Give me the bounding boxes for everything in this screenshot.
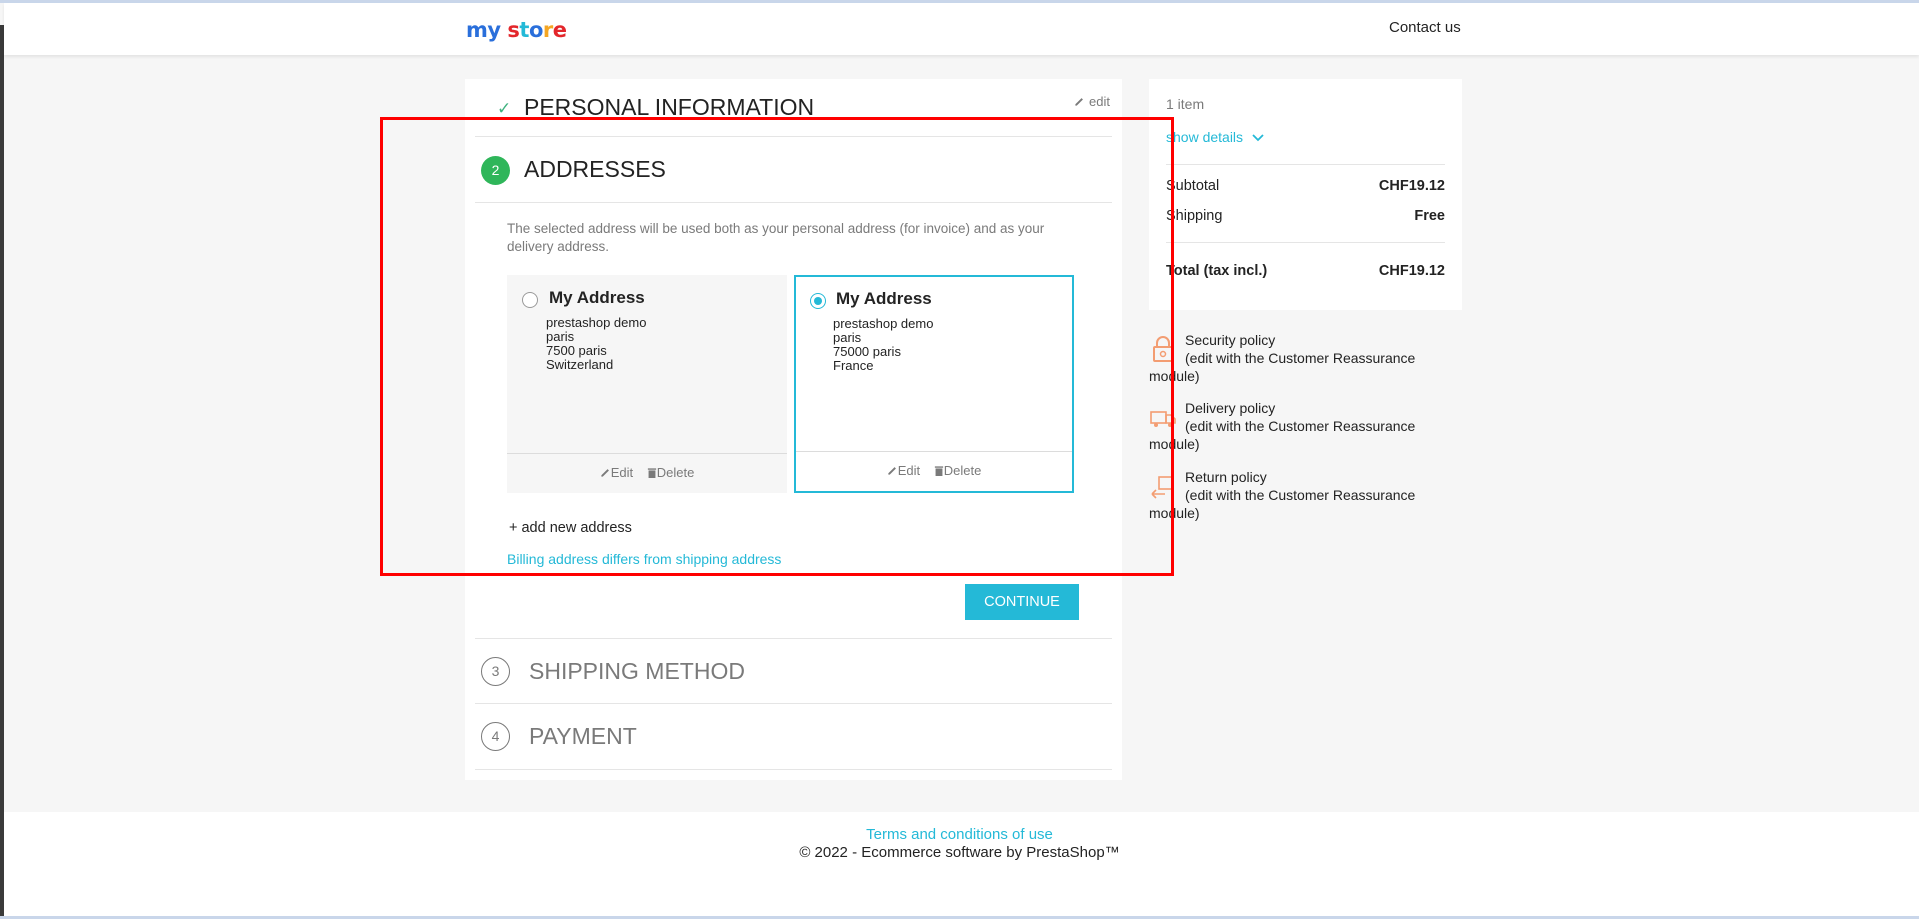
step-payment[interactable]: 4 PAYMENT	[475, 704, 1112, 770]
shipping-label: Shipping	[1166, 208, 1223, 224]
store-logo[interactable]: my store	[466, 18, 567, 42]
chevron-down-icon	[1252, 134, 1264, 142]
total-value: CHF19.12	[1378, 263, 1445, 279]
address-lines: prestashop demo paris 75000 paris France	[833, 317, 933, 373]
step-title-addresses: ADDRESSES	[524, 156, 666, 182]
step-number-badge: 2	[481, 156, 510, 185]
address-radio[interactable]	[522, 292, 538, 308]
reassurance-title: Return policy	[1185, 469, 1267, 485]
address-lines: prestashop demo paris 7500 paris Switzer…	[546, 316, 646, 372]
address-alias: My Address	[549, 288, 645, 307]
checkmark-icon: ✓	[497, 99, 512, 118]
address-line: paris	[833, 330, 862, 345]
reassurance-desc: (edit with the Customer Reassurance modu…	[1149, 350, 1416, 384]
shipping-value: Free	[1414, 208, 1445, 224]
address-card[interactable]: My Address prestashop demo paris 7500 pa…	[507, 275, 787, 493]
trash-icon	[647, 468, 656, 478]
cart-summary: 1 item show details Subtotal CHF19.12 Sh…	[1149, 79, 1462, 310]
contact-us-link[interactable]: Contact us	[1389, 19, 1461, 36]
address-line: prestashop demo	[833, 316, 934, 331]
subtotal-value: CHF19.12	[1378, 178, 1445, 194]
pencil-icon	[1075, 98, 1084, 106]
reassurance-desc: (edit with the Customer Reassurance modu…	[1149, 418, 1416, 452]
step-number-badge: 3	[481, 657, 510, 686]
checkout-steps: ✓ PERSONAL INFORMATION edit 2 ADDRESSES …	[465, 79, 1122, 780]
summary-divider	[1166, 242, 1445, 243]
address-line: paris	[546, 329, 575, 344]
address-line: France	[833, 358, 874, 373]
site-header: my store Contact us	[4, 3, 1919, 55]
pencil-icon	[601, 469, 609, 477]
reassurance-title: Delivery policy	[1185, 400, 1276, 416]
site-footer: Terms and conditions of use © 2022 - Eco…	[4, 812, 1919, 916]
edit-address-button[interactable]: Edit	[887, 463, 924, 478]
continue-button[interactable]: CONTINUE	[965, 584, 1079, 620]
delete-address-button[interactable]: Delete	[934, 463, 981, 478]
edit-personal-link[interactable]: edit	[1074, 94, 1110, 109]
step-shipping-method[interactable]: 3 SHIPPING METHOD	[475, 638, 1112, 704]
pencil-icon	[888, 467, 896, 475]
step-title-personal: PERSONAL INFORMATION	[524, 94, 815, 120]
window-left-edge	[0, 25, 4, 919]
address-info-text: The selected address will be used both a…	[507, 221, 1045, 254]
add-new-address-link[interactable]: + add new address	[509, 520, 632, 536]
reassurance-desc: (edit with the Customer Reassurance modu…	[1149, 487, 1416, 521]
address-actions: Edit Delete	[796, 451, 1072, 491]
total-label: Total (tax incl.)	[1166, 263, 1268, 279]
address-line: Switzerland	[546, 357, 614, 372]
show-details-link[interactable]: show details	[1166, 129, 1264, 145]
reassurance-title: Security policy	[1185, 332, 1276, 348]
summary-divider	[1166, 164, 1445, 165]
billing-address-differs-link[interactable]: Billing address differs from shipping ad…	[507, 551, 781, 567]
edit-address-button[interactable]: Edit	[600, 465, 637, 480]
terms-link[interactable]: Terms and conditions of use	[0, 826, 1919, 843]
address-alias: My Address	[836, 289, 932, 308]
delete-address-button[interactable]: Delete	[647, 465, 694, 480]
address-radio-selected[interactable]	[810, 293, 826, 309]
items-count: 1 item	[1166, 96, 1205, 112]
subtotal-label: Subtotal	[1166, 178, 1220, 194]
address-line: 75000 paris	[833, 344, 901, 359]
address-line: 7500 paris	[546, 343, 607, 358]
trash-icon	[934, 466, 943, 476]
address-card-selected[interactable]: My Address prestashop demo paris 75000 p…	[794, 275, 1074, 493]
address-actions: Edit Delete	[507, 453, 787, 493]
step-title-shipping: SHIPPING METHOD	[529, 658, 745, 684]
step-number-badge: 4	[481, 722, 510, 751]
step-title-payment: PAYMENT	[529, 723, 637, 749]
address-line: prestashop demo	[546, 315, 647, 330]
step-personal-information[interactable]: ✓ PERSONAL INFORMATION edit	[475, 79, 1112, 137]
step-addresses: 2 ADDRESSES	[475, 137, 1112, 203]
copyright-text: © 2022 - Ecommerce software by PrestaSho…	[799, 844, 1120, 861]
